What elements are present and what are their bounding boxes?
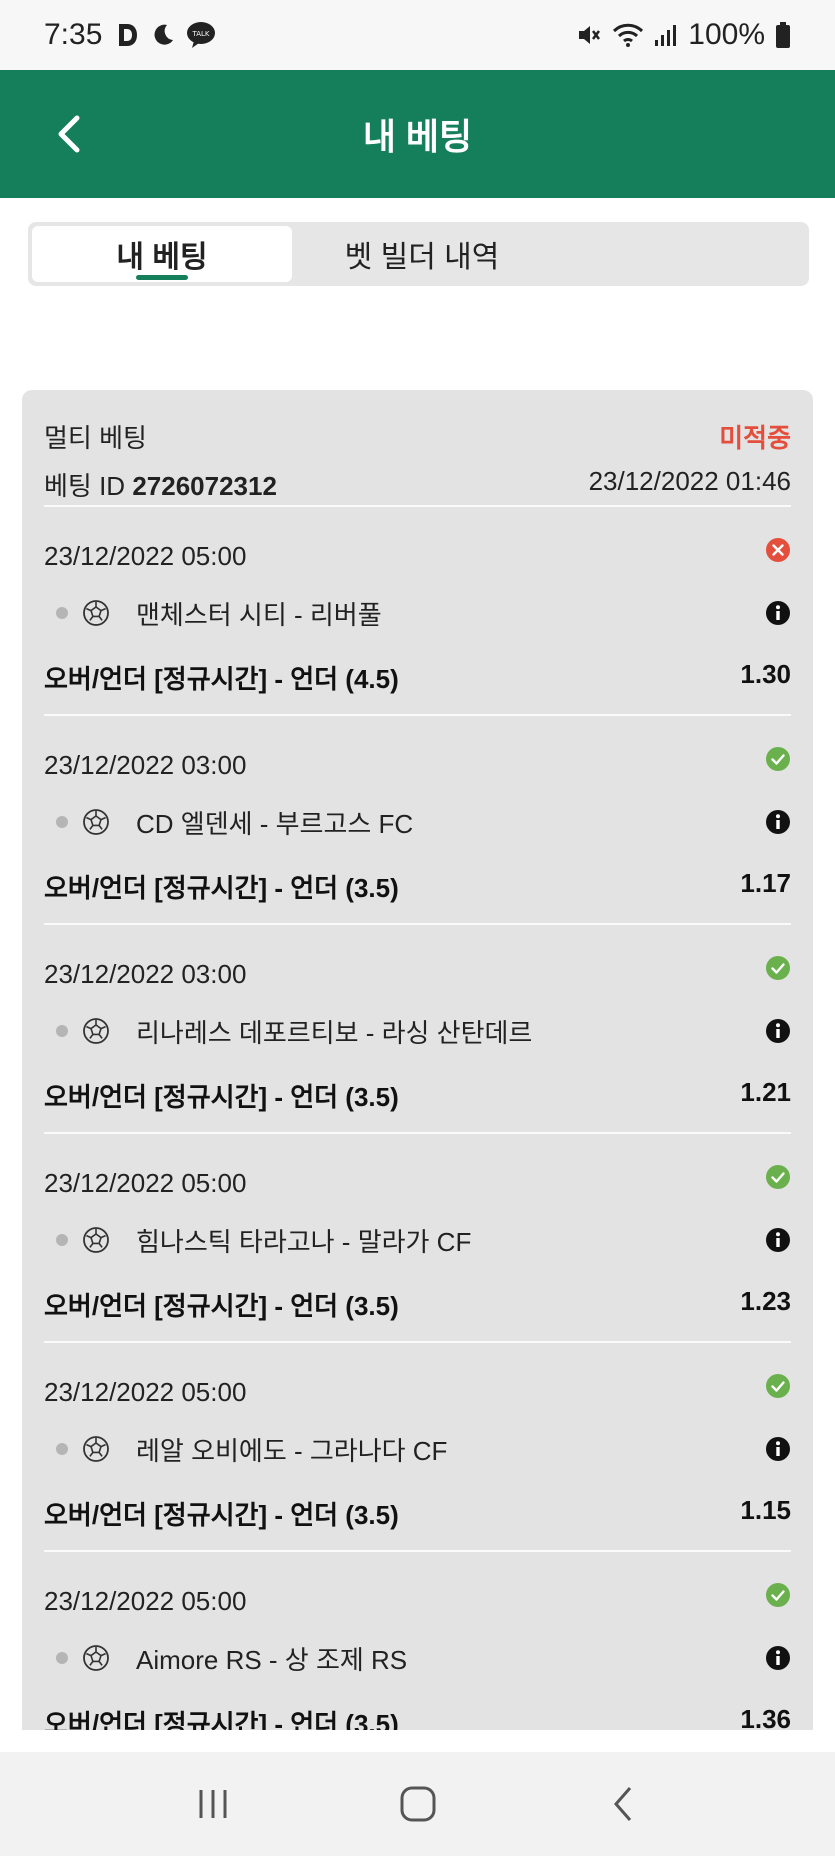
- live-status-dot: [56, 816, 68, 828]
- bet-id-value: 2726072312: [132, 471, 277, 501]
- tab-my-bets[interactable]: 내 베팅: [32, 226, 292, 282]
- selection-item: 23/12/2022 05:00 힘나스틱 타라고나 - 말라가 CF 오버/언…: [44, 1134, 791, 1343]
- system-nav-bar: [0, 1752, 835, 1856]
- selection-match-row: 리나레스 데포르티보 - 라싱 산탄데르: [44, 1013, 791, 1049]
- info-icon[interactable]: [765, 809, 791, 835]
- battery-percent: 100%: [688, 18, 765, 51]
- won-check-icon: [766, 1165, 790, 1189]
- selection-item: 23/12/2022 05:00 Aimore RS - 상 조제 RS 오버/…: [44, 1552, 791, 1730]
- selection-odds: 1.21: [740, 1077, 791, 1107]
- mute-icon: [579, 26, 601, 44]
- info-icon[interactable]: [765, 600, 791, 626]
- live-status-dot: [56, 1652, 68, 1664]
- selection-odds: 1.17: [740, 868, 791, 898]
- tab-label: 내 베팅: [116, 241, 208, 274]
- info-icon[interactable]: [765, 1018, 791, 1044]
- selection-date: 23/12/2022 05:00: [44, 541, 247, 571]
- selection-match: 리나레스 데포르티보 - 라싱 산탄데르: [136, 1017, 533, 1048]
- signal-icon: [655, 25, 677, 46]
- soccer-ball-icon: [83, 1645, 109, 1671]
- selection-odds: 1.15: [740, 1495, 791, 1525]
- won-check-icon: [766, 956, 790, 980]
- moon-icon: [154, 24, 174, 45]
- bet-card: 멀티 베팅 미적중 베팅 ID 2726072312 23/12/2022 01…: [22, 390, 813, 1730]
- selection-match: Aimore RS - 상 조제 RS: [136, 1644, 408, 1675]
- recent-apps-button[interactable]: [183, 1774, 243, 1834]
- selection-market: 오버/언더 [정규시간] - 언더 (3.5): [44, 873, 399, 903]
- info-icon[interactable]: [765, 1227, 791, 1253]
- selection-match: 레알 오비에도 - 그라나다 CF: [136, 1435, 448, 1466]
- recent-apps-icon: [199, 1790, 226, 1818]
- active-tab-indicator: [136, 275, 188, 280]
- wifi-icon: [613, 23, 644, 47]
- status-bar: 7:35 TALK 100%: [0, 0, 835, 70]
- soccer-ball-icon: [83, 600, 109, 626]
- live-status-dot: [56, 1234, 68, 1246]
- soccer-ball-icon: [83, 809, 109, 835]
- selection-market: 오버/언더 [정규시간] - 언더 (4.5): [44, 664, 399, 694]
- talk-icon: TALK: [187, 22, 216, 48]
- won-check-icon: [766, 747, 790, 771]
- tab-bar: 내 베팅 벳 빌더 내역: [28, 222, 809, 286]
- bet-id-row: 베팅 ID 2726072312: [44, 466, 277, 503]
- status-left-icons: TALK: [116, 21, 216, 49]
- page-title: 내 베팅: [362, 116, 473, 157]
- selection-match-row: 레알 오비에도 - 그라나다 CF: [44, 1431, 791, 1467]
- bet-card-header: 멀티 베팅 미적중 베팅 ID 2726072312 23/12/2022 01…: [44, 390, 791, 507]
- bet-type: 멀티 베팅: [44, 423, 147, 453]
- selection-match-row: 맨체스터 시티 - 리버풀: [44, 595, 791, 631]
- selection-date: 23/12/2022 05:00: [44, 1377, 247, 1407]
- selection-item: 23/12/2022 05:00 레알 오비에도 - 그라나다 CF 오버/언더…: [44, 1343, 791, 1552]
- info-icon[interactable]: [765, 1645, 791, 1671]
- soccer-ball-icon: [83, 1018, 109, 1044]
- selection-odds: 1.36: [740, 1704, 791, 1730]
- status-right: 100%: [576, 18, 791, 52]
- nav-back-button[interactable]: [593, 1774, 653, 1834]
- home-icon: [400, 1786, 435, 1822]
- selection-market: 오버/언더 [정규시간] - 언더 (3.5): [44, 1500, 399, 1530]
- won-check-icon: [766, 1583, 790, 1607]
- selection-match: 힘나스틱 타라고나 - 말라가 CF: [136, 1226, 472, 1257]
- bet-id-label: 베팅 ID: [44, 471, 126, 501]
- lost-x-icon: [766, 538, 790, 562]
- selection-item: 23/12/2022 03:00 CD 엘덴세 - 부르고스 FC 오버/언더 …: [44, 716, 791, 925]
- d-app-icon: [119, 24, 138, 46]
- selection-item: 23/12/2022 05:00 맨체스터 시티 - 리버풀 오버/언더 [정규…: [44, 507, 791, 716]
- info-icon[interactable]: [765, 1436, 791, 1462]
- chevron-left-icon: [58, 115, 80, 153]
- selection-match: CD 엘덴세 - 부르고스 FC: [136, 808, 414, 839]
- soccer-ball-icon: [83, 1227, 109, 1253]
- soccer-ball-icon: [83, 1436, 109, 1462]
- selection-date: 23/12/2022 03:00: [44, 750, 247, 780]
- selection-match: 맨체스터 시티 - 리버풀: [136, 599, 382, 630]
- selection-market: 오버/언더 [정규시간] - 언더 (3.5): [44, 1291, 399, 1321]
- live-status-dot: [56, 607, 68, 619]
- selection-match-row: 힘나스틱 타라고나 - 말라가 CF: [44, 1222, 791, 1258]
- live-status-dot: [56, 1025, 68, 1037]
- bet-status-badge: 미적중: [719, 423, 791, 453]
- home-button[interactable]: [388, 1774, 448, 1834]
- selection-list: 23/12/2022 05:00 맨체스터 시티 - 리버풀 오버/언더 [정규…: [44, 507, 791, 1730]
- svg-text:TALK: TALK: [192, 30, 210, 38]
- battery-icon: [776, 22, 790, 48]
- tab-bet-builder-history[interactable]: 벳 빌더 내역: [292, 226, 552, 282]
- won-check-icon: [766, 1374, 790, 1398]
- app-bar: 내 베팅: [0, 70, 835, 198]
- bet-placed-time: 23/12/2022 01:46: [588, 466, 791, 496]
- selection-date: 23/12/2022 05:00: [44, 1168, 247, 1198]
- selection-odds: 1.23: [740, 1286, 791, 1316]
- live-status-dot: [56, 1443, 68, 1455]
- selection-odds: 1.30: [740, 659, 791, 689]
- selection-item: 23/12/2022 03:00 리나레스 데포르티보 - 라싱 산탄데르 오버…: [44, 925, 791, 1134]
- back-button[interactable]: [40, 104, 100, 164]
- selection-market: 오버/언더 [정규시간] - 언더 (3.5): [44, 1082, 399, 1112]
- nav-back-icon: [613, 1787, 631, 1821]
- selection-match-row: Aimore RS - 상 조제 RS: [44, 1640, 791, 1676]
- selection-date: 23/12/2022 03:00: [44, 959, 247, 989]
- selection-date: 23/12/2022 05:00: [44, 1586, 247, 1616]
- selection-market: 오버/언더 [정규시간] - 언더 (3.5): [44, 1709, 399, 1730]
- tab-label: 벳 빌더 내역: [344, 241, 500, 274]
- status-time: 7:35: [44, 18, 103, 51]
- selection-match-row: CD 엘덴세 - 부르고스 FC: [44, 804, 791, 840]
